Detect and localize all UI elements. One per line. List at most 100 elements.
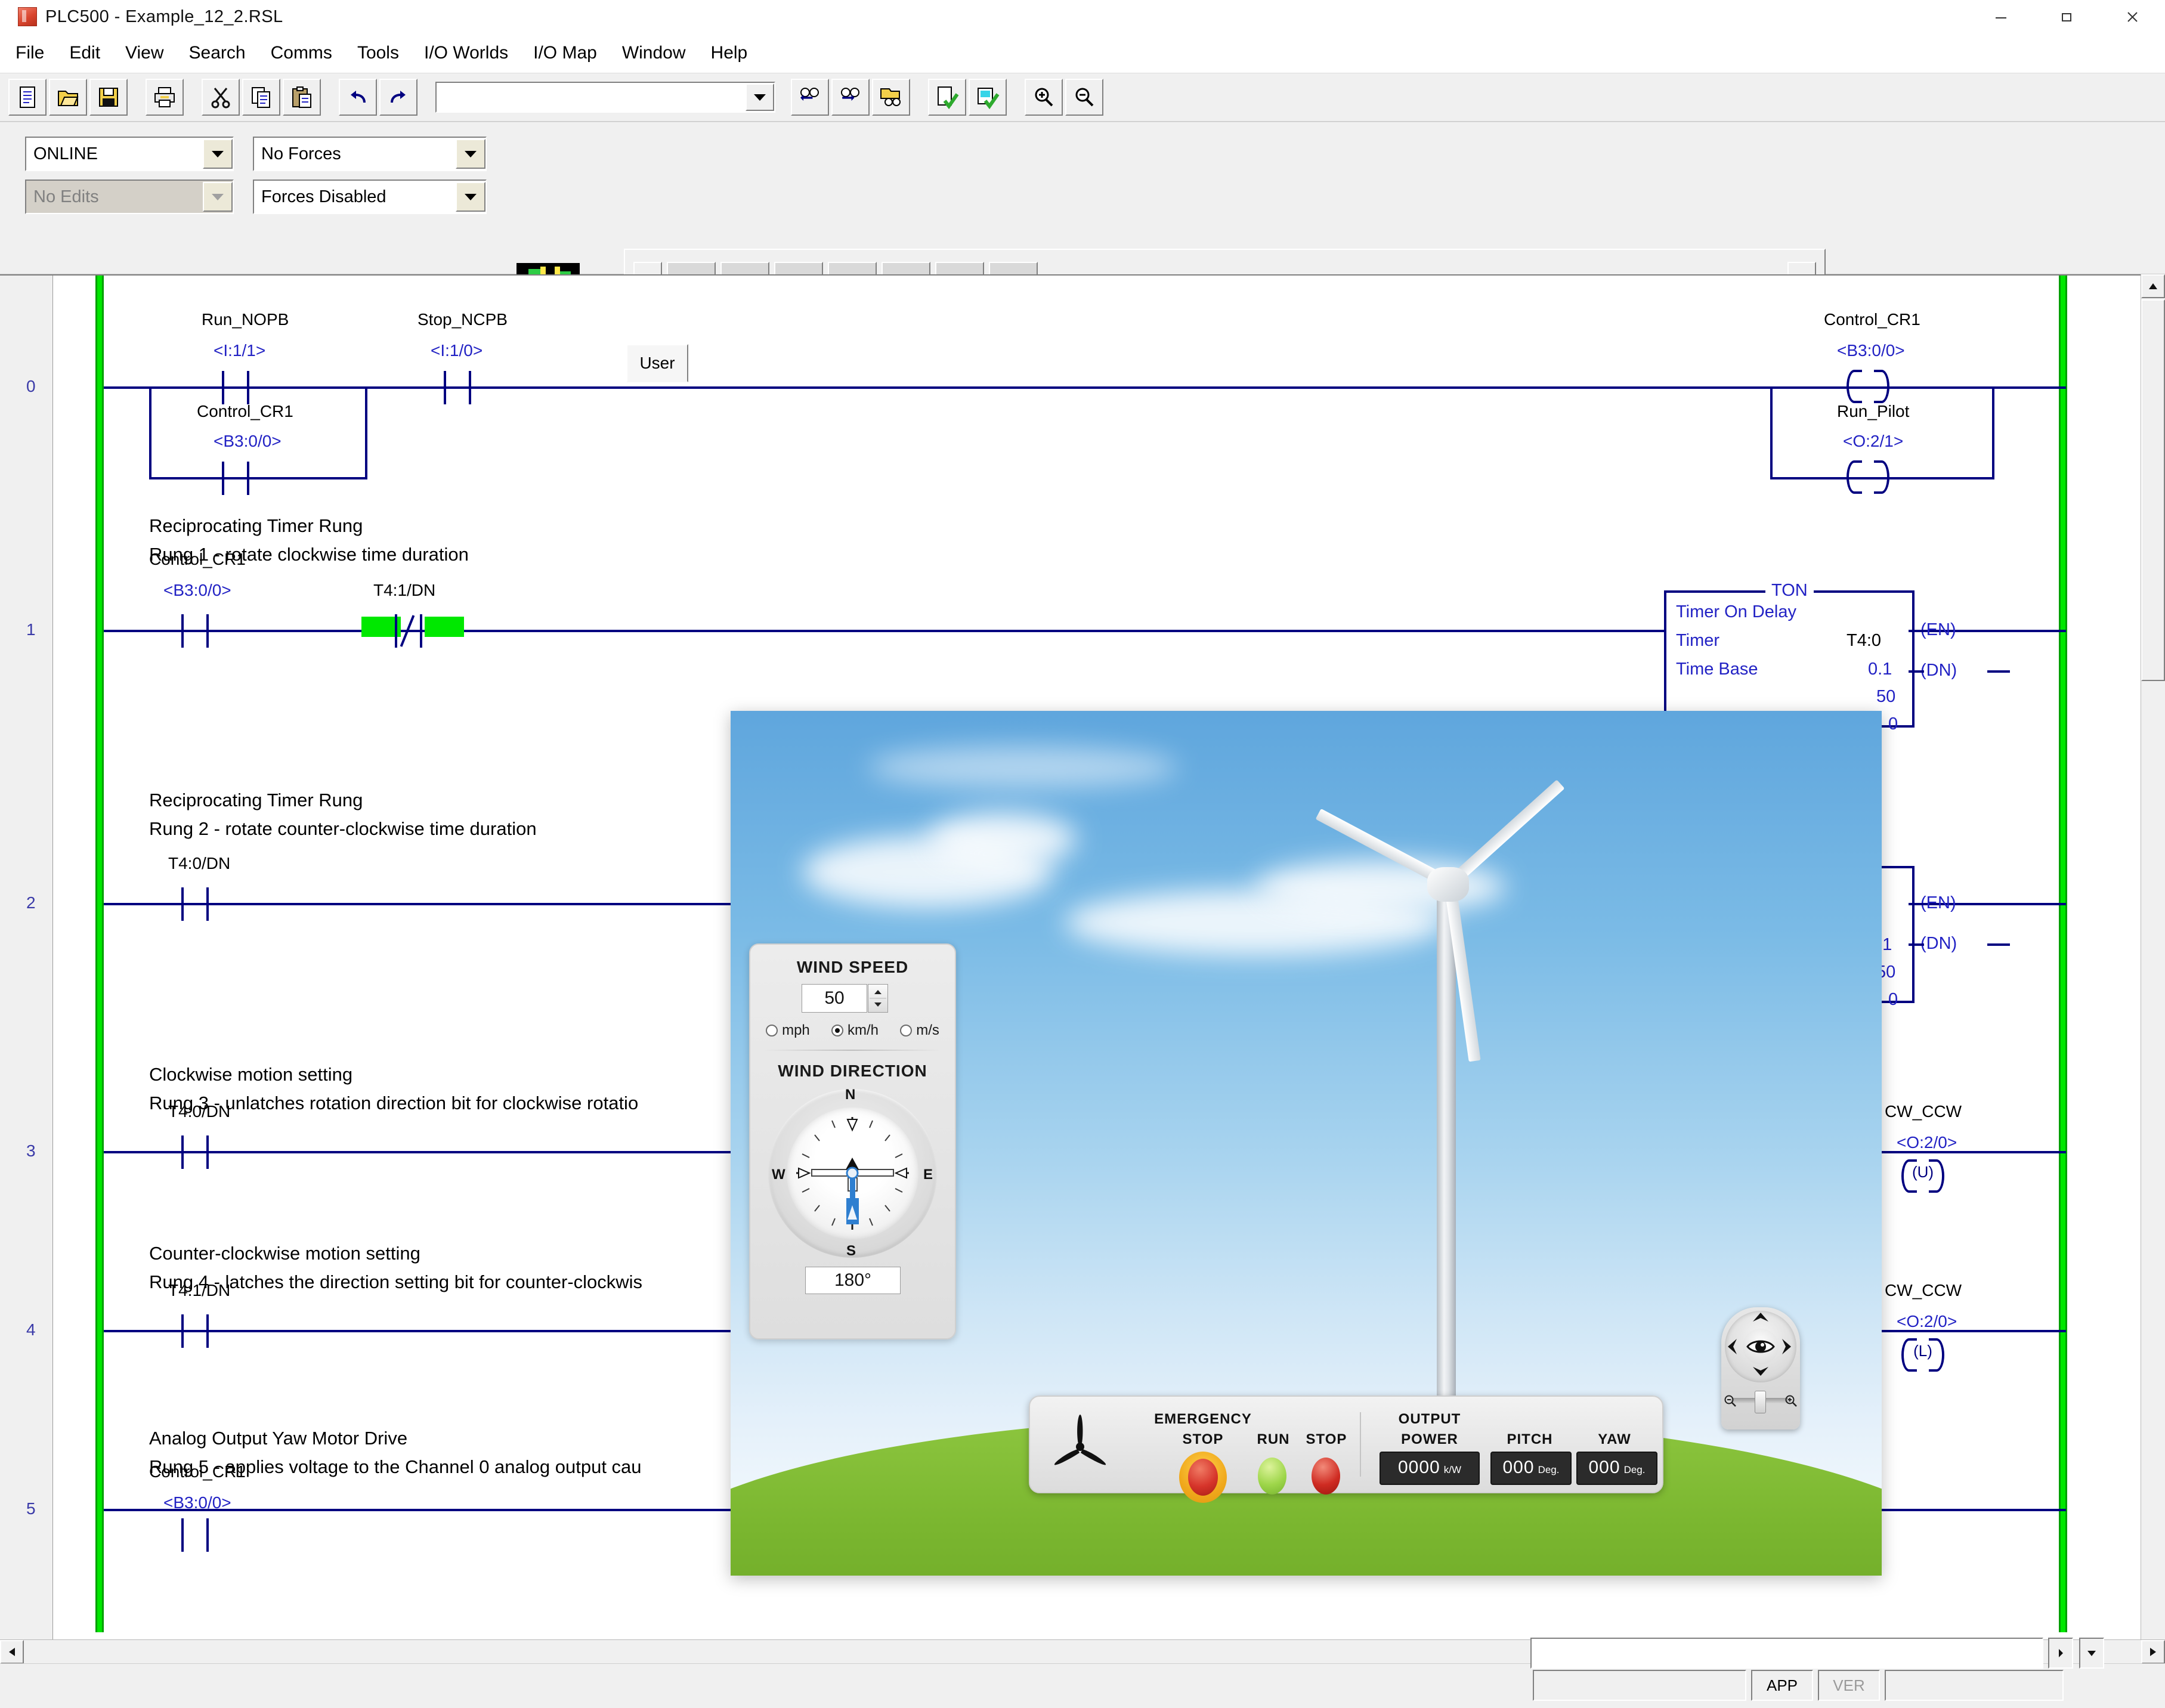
edits-dropdown-arrow[interactable] xyxy=(203,182,233,212)
rung2-dn-stub-l xyxy=(1909,943,1924,946)
redo-icon[interactable] xyxy=(379,79,417,116)
menu-item-edit[interactable]: Edit xyxy=(69,43,100,63)
forces-enable-select[interactable]: Forces Disabled xyxy=(253,180,487,214)
rung2-comment-line1: Reciprocating Timer Rung xyxy=(149,788,363,812)
rung1-comment-line1: Reciprocating Timer Rung xyxy=(149,514,363,538)
rung-number-4: 4 xyxy=(26,1320,36,1339)
wind-direction-compass[interactable]: N E S W xyxy=(768,1089,937,1258)
menu-item-help[interactable]: Help xyxy=(711,43,748,63)
rung1-ton-title: TON xyxy=(1765,581,1814,601)
forces-dropdown-arrow[interactable] xyxy=(456,139,485,169)
open-folder-icon[interactable] xyxy=(49,79,87,116)
menu-item-view[interactable]: View xyxy=(125,43,163,63)
wind-control-panel: WIND SPEED 50 mph km/h m/s WIND DIRECTIO… xyxy=(749,943,956,1339)
forces-enable-dropdown-arrow[interactable] xyxy=(456,182,485,212)
hscroll-right-button[interactable] xyxy=(2141,1640,2165,1664)
minimize-button[interactable] xyxy=(1968,0,2034,33)
copy-icon[interactable] xyxy=(242,79,280,116)
wind-speed-stepper[interactable] xyxy=(868,984,888,1013)
edits-select[interactable]: No Edits xyxy=(25,180,234,214)
rung5-contact1-xic[interactable] xyxy=(178,1493,212,1527)
paste-clipboard-icon[interactable] xyxy=(283,79,321,116)
rung4-coil-otl[interactable]: (L) xyxy=(1903,1313,1943,1347)
address-entry-dropdown-arrow[interactable] xyxy=(746,83,774,111)
menu-item-window[interactable]: Window xyxy=(622,43,686,63)
unit-radio-mph[interactable]: mph xyxy=(766,1022,810,1039)
compass-label-east: E xyxy=(923,1166,933,1183)
nav-down-icon[interactable] xyxy=(1752,1366,1769,1380)
address-entry-combo[interactable] xyxy=(435,82,775,113)
status-edit-field[interactable] xyxy=(1530,1638,2043,1669)
forces-select[interactable]: No Forces xyxy=(253,137,487,171)
rung0-branch-xic[interactable] xyxy=(218,462,253,495)
rung0-contact2-addr: <I:1/0> xyxy=(431,341,483,360)
menu-item-io-worlds[interactable]: I/O Worlds xyxy=(424,43,508,63)
verify-project-icon[interactable] xyxy=(969,79,1007,116)
close-button[interactable] xyxy=(2099,0,2165,33)
menu-bar: File Edit View Search Comms Tools I/O Wo… xyxy=(0,33,2165,73)
search-forward-icon[interactable] xyxy=(831,79,870,116)
hscroll-left-button[interactable] xyxy=(0,1640,24,1664)
browse-find-icon[interactable] xyxy=(872,79,910,116)
print-icon[interactable] xyxy=(146,79,184,116)
processor-mode-dropdown-arrow[interactable] xyxy=(203,139,233,169)
output-power-unit: k/W xyxy=(1444,1464,1461,1476)
rung0-coil2-ote[interactable] xyxy=(1848,460,1888,494)
zoom-slider-handle[interactable] xyxy=(1755,1391,1766,1413)
zoom-out-icon[interactable] xyxy=(1724,1394,1737,1410)
zoom-in-icon[interactable] xyxy=(1025,79,1063,116)
stop-button[interactable] xyxy=(1312,1458,1340,1494)
menu-item-search[interactable]: Search xyxy=(189,43,246,63)
rung4-contact1-addr: T4:1/DN xyxy=(168,1281,230,1300)
verify-file-icon[interactable] xyxy=(928,79,966,116)
emergency-stop-button[interactable] xyxy=(1188,1459,1218,1496)
save-icon[interactable] xyxy=(89,79,128,116)
nav-left-icon[interactable] xyxy=(1727,1338,1738,1359)
rung0-contact1-xic[interactable] xyxy=(218,371,253,404)
rung3-contact1-xic[interactable] xyxy=(178,1135,212,1169)
menu-item-file[interactable]: File xyxy=(16,43,44,63)
forces-enable-value: Forces Disabled xyxy=(254,187,386,207)
rung1-contact2-xio[interactable] xyxy=(391,614,426,648)
rung0-coil1-ote[interactable] xyxy=(1848,370,1888,403)
new-file-icon[interactable] xyxy=(8,79,47,116)
rung0-coil1-name: Control_CR1 xyxy=(1824,310,1920,329)
menu-item-tools[interactable]: Tools xyxy=(357,43,399,63)
status-edit-dropdown-button[interactable] xyxy=(2079,1638,2104,1669)
nav-right-icon[interactable] xyxy=(1781,1338,1792,1359)
rung1-contact1-xic[interactable] xyxy=(178,614,212,648)
restore-button[interactable] xyxy=(2034,0,2099,33)
status-right-pane xyxy=(1885,1670,2064,1701)
ladder-vertical-scrollbar[interactable] xyxy=(2141,274,2165,1664)
undo-icon[interactable] xyxy=(339,79,377,116)
output-power-value: 0000 xyxy=(1398,1458,1440,1478)
nav-center-button[interactable] xyxy=(1743,1329,1779,1364)
zoom-out-icon[interactable] xyxy=(1065,79,1103,116)
rslogix-window: PLC500 - Example_12_2.RSL File Edit View… xyxy=(0,0,2165,1708)
menu-item-comms[interactable]: Comms xyxy=(271,43,332,63)
scrollbar-up-button[interactable] xyxy=(2141,274,2165,298)
cut-scissors-icon[interactable] xyxy=(202,79,240,116)
rung3-coil-otu[interactable]: (U) xyxy=(1903,1134,1943,1168)
search-back-icon[interactable] xyxy=(791,79,829,116)
nav-up-icon[interactable] xyxy=(1752,1312,1769,1326)
wind-direction-value[interactable]: 180° xyxy=(805,1267,901,1294)
processor-mode-select[interactable]: ONLINE xyxy=(25,137,234,171)
menu-item-io-map[interactable]: I/O Map xyxy=(533,43,597,63)
scrollbar-thumb[interactable] xyxy=(2141,299,2165,681)
rung2-contact1-xic[interactable] xyxy=(178,887,212,921)
unit-radio-kmh[interactable]: km/h xyxy=(831,1022,879,1039)
hmi-divider xyxy=(1360,1412,1361,1477)
wind-speed-input[interactable]: 50 xyxy=(802,984,867,1013)
status-edit-next-button[interactable] xyxy=(2048,1638,2073,1669)
rung0-contact2-xic[interactable] xyxy=(440,371,475,404)
unit-radio-ms[interactable]: m/s xyxy=(900,1022,939,1039)
zoom-in-icon[interactable] xyxy=(1784,1394,1798,1410)
compass-west-marker xyxy=(799,1168,809,1178)
wind-turbine-simulator-window[interactable]: WIND SPEED 50 mph km/h m/s WIND DIRECTIO… xyxy=(731,711,1882,1576)
rung4-contact1-xic[interactable] xyxy=(178,1314,212,1348)
run-indicator-lamp[interactable] xyxy=(1258,1458,1286,1494)
rung1-ton-timer-label: Timer xyxy=(1676,631,1719,651)
main-toolbar xyxy=(0,73,2165,122)
tab-user[interactable]: User xyxy=(626,344,688,382)
